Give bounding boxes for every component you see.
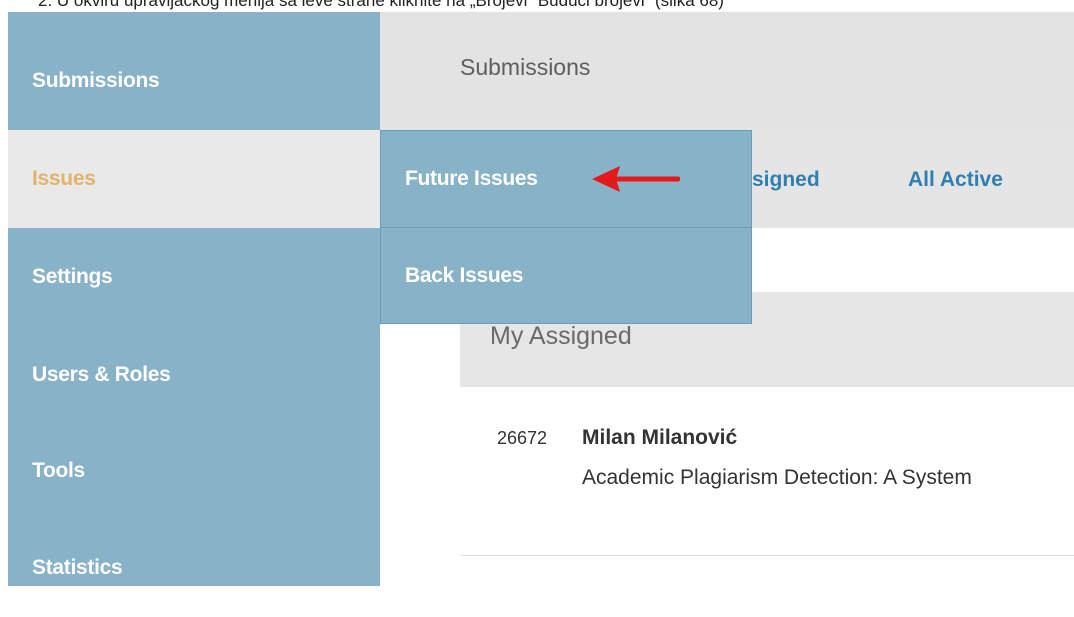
panel-title: My Assigned — [490, 322, 632, 350]
sidebar-item-statistics[interactable]: Statistics — [8, 519, 380, 617]
sidebar-item-submissions[interactable]: Submissions — [8, 32, 380, 130]
submenu-item-back-issues[interactable]: Back Issues — [381, 228, 751, 324]
submission-title[interactable]: Academic Plagiarism Detection: A System — [582, 466, 972, 490]
sidebar-item-users-roles[interactable]: Users & Roles — [8, 326, 380, 424]
submenu-item-future-issues[interactable]: Future Issues — [381, 131, 751, 227]
tab-my-assigned[interactable]: signed — [752, 168, 820, 192]
page-title: Submissions — [460, 54, 591, 80]
sidebar-item-label: Settings — [32, 265, 113, 288]
sidebar-item-settings[interactable]: Settings — [8, 228, 380, 326]
sidebar-item-label: Statistics — [32, 556, 123, 579]
caption-text: 2. U okviru upravljačkog menija sa leve … — [38, 0, 724, 10]
sidebar-item-label: Submissions — [32, 69, 160, 92]
row-divider — [460, 555, 1074, 556]
document-caption: 2. U okviru upravljačkog menija sa leve … — [0, 0, 1074, 12]
sidebar-item-tools[interactable]: Tools — [8, 422, 380, 520]
sidebar-item-issues[interactable]: Issues — [8, 130, 380, 228]
sidebar-nav: Submissions Issues Settings Users & Role… — [8, 12, 380, 586]
submission-id: 26672 — [497, 428, 548, 448]
submenu-item-label: Future Issues — [405, 167, 538, 190]
sidebar-item-label: Tools — [32, 459, 85, 482]
sidebar-item-label: Users & Roles — [32, 363, 171, 386]
submission-author[interactable]: Milan Milanović — [582, 426, 737, 450]
red-arrow-icon — [592, 166, 680, 192]
issues-submenu: Future Issues Back Issues — [380, 130, 752, 324]
submenu-item-label: Back Issues — [405, 264, 524, 287]
sidebar-item-label: Issues — [32, 167, 96, 190]
tab-all-active[interactable]: All Active — [908, 168, 1003, 192]
